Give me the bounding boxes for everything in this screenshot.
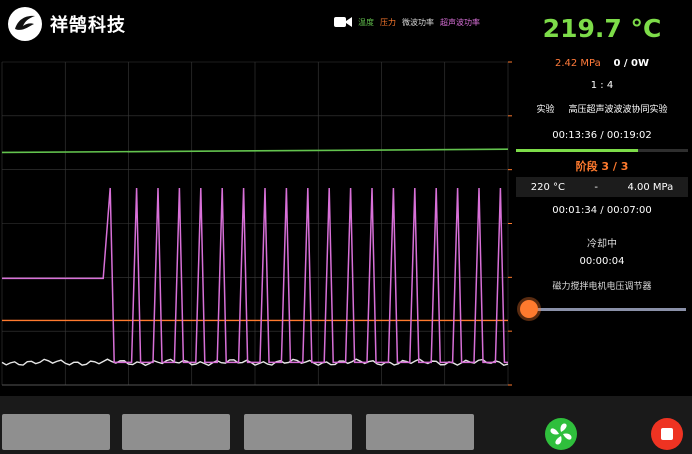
current-pressure: 2.42 MPa (554, 58, 601, 69)
ratio-value: 1 : 4 (590, 80, 614, 91)
legend-temperature: 温度 (358, 17, 374, 27)
toolbar-button-1[interactable] (2, 414, 110, 450)
motor-voltage-slider[interactable] (518, 300, 688, 320)
experiment-name: 高压超声波波波协同实验 (568, 105, 668, 115)
legend-pressure: 压力 (380, 17, 396, 27)
legend-microwave-power: 微波功率 (402, 17, 434, 27)
video-camera-icon[interactable] (334, 16, 352, 28)
overall-progress-bar (516, 149, 688, 152)
slider-knob[interactable] (520, 300, 538, 318)
experiment-label: 实验 (536, 105, 555, 115)
brand-logo-icon (8, 7, 42, 41)
bottom-toolbar (0, 396, 692, 454)
stop-button[interactable] (651, 418, 683, 450)
stage-total-time: 00:07:00 (606, 205, 652, 216)
status-panel: 219.7 °C 2.42 MPa 0 / 0W 1 : 4 实验 高压超声波波… (512, 0, 692, 395)
pressure-power-row: 2.42 MPa 0 / 0W (512, 58, 692, 69)
motor-voltage-label: 磁力搅拌电机电压调节器 (552, 282, 652, 292)
cooling-time: 00:00:04 (579, 256, 625, 267)
toolbar-button-3[interactable] (244, 414, 352, 450)
process-chart (1, 61, 512, 386)
stage-separator: - (594, 181, 599, 193)
total-time: 00:19:02 (606, 130, 652, 141)
slider-track[interactable] (532, 308, 686, 311)
overall-progress-fill (516, 149, 639, 152)
cooling-status: 冷却中 (587, 239, 617, 250)
toolbar-button-2[interactable] (122, 414, 230, 450)
stage-temperature: 220 °C (530, 181, 565, 193)
stage-setpoints: 220 °C - 4.00 MPa (516, 177, 688, 197)
current-power: 0 / 0W (613, 58, 650, 69)
brand-name: 祥鹄科技 (50, 15, 126, 36)
elapsed-time: 00:13:36 (552, 130, 598, 141)
toolbar-button-4[interactable] (366, 414, 474, 450)
current-temperature: 219.7 °C (542, 14, 662, 43)
fan-button[interactable] (545, 418, 577, 450)
overall-time: 00:13:36 / 00:19:02 (552, 130, 652, 141)
stage-pressure: 4.00 MPa (627, 181, 674, 193)
stage-elapsed-time: 00:01:34 (552, 205, 598, 216)
stop-icon (661, 428, 673, 440)
stage-indicator: 阶段 3 / 3 (575, 160, 629, 173)
chart-legend: 温度 压力 微波功率 超声波功率 (334, 16, 480, 28)
stage-time: 00:01:34 / 00:07:00 (552, 205, 652, 216)
experiment-row: 实验 高压超声波波波协同实验 (512, 102, 692, 115)
brand: 祥鹄科技 (8, 6, 126, 42)
fan-icon (550, 423, 572, 445)
legend-ultrasonic-power: 超声波功率 (440, 17, 480, 27)
